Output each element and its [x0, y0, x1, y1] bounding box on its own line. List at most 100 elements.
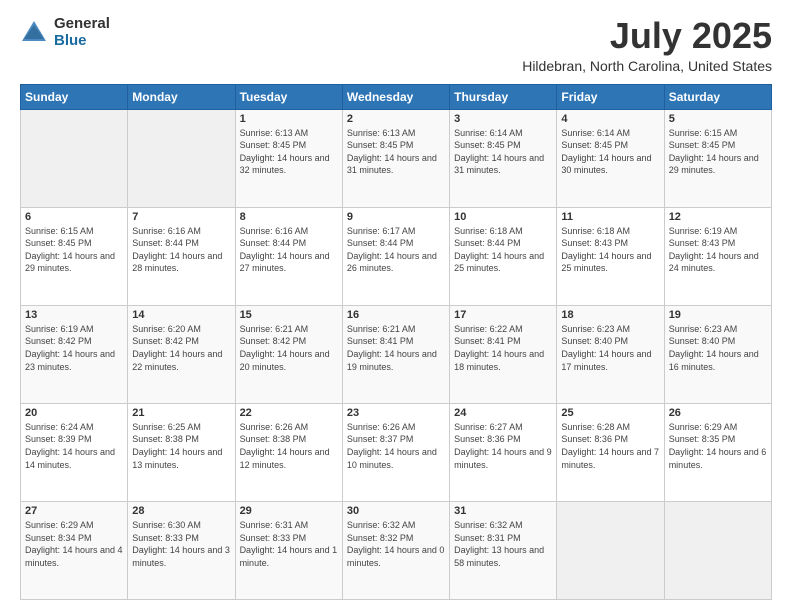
header-saturday: Saturday	[664, 84, 771, 109]
day-info: Sunrise: 6:23 AMSunset: 8:40 PMDaylight:…	[561, 324, 651, 372]
day-number: 5	[669, 113, 767, 125]
table-row: 14 Sunrise: 6:20 AMSunset: 8:42 PMDaylig…	[128, 305, 235, 403]
day-number: 26	[669, 407, 767, 419]
table-row: 16 Sunrise: 6:21 AMSunset: 8:41 PMDaylig…	[342, 305, 449, 403]
day-info: Sunrise: 6:30 AMSunset: 8:33 PMDaylight:…	[132, 520, 230, 568]
day-number: 28	[132, 505, 230, 517]
day-number: 29	[240, 505, 338, 517]
day-info: Sunrise: 6:16 AMSunset: 8:44 PMDaylight:…	[132, 226, 222, 274]
header-friday: Friday	[557, 84, 664, 109]
day-info: Sunrise: 6:20 AMSunset: 8:42 PMDaylight:…	[132, 324, 222, 372]
table-row: 15 Sunrise: 6:21 AMSunset: 8:42 PMDaylig…	[235, 305, 342, 403]
table-row: 27 Sunrise: 6:29 AMSunset: 8:34 PMDaylig…	[21, 501, 128, 599]
day-number: 17	[454, 309, 552, 321]
day-number: 19	[669, 309, 767, 321]
day-info: Sunrise: 6:17 AMSunset: 8:44 PMDaylight:…	[347, 226, 437, 274]
day-info: Sunrise: 6:14 AMSunset: 8:45 PMDaylight:…	[561, 128, 651, 176]
day-number: 4	[561, 113, 659, 125]
day-number: 13	[25, 309, 123, 321]
logo-icon	[20, 19, 48, 47]
day-number: 16	[347, 309, 445, 321]
day-info: Sunrise: 6:19 AMSunset: 8:42 PMDaylight:…	[25, 324, 115, 372]
table-row: 4 Sunrise: 6:14 AMSunset: 8:45 PMDayligh…	[557, 109, 664, 207]
table-row: 13 Sunrise: 6:19 AMSunset: 8:42 PMDaylig…	[21, 305, 128, 403]
day-info: Sunrise: 6:25 AMSunset: 8:38 PMDaylight:…	[132, 422, 222, 470]
day-number: 14	[132, 309, 230, 321]
header-monday: Monday	[128, 84, 235, 109]
table-row: 11 Sunrise: 6:18 AMSunset: 8:43 PMDaylig…	[557, 207, 664, 305]
day-info: Sunrise: 6:32 AMSunset: 8:32 PMDaylight:…	[347, 520, 445, 568]
day-info: Sunrise: 6:29 AMSunset: 8:34 PMDaylight:…	[25, 520, 123, 568]
day-info: Sunrise: 6:28 AMSunset: 8:36 PMDaylight:…	[561, 422, 659, 470]
day-number: 2	[347, 113, 445, 125]
table-row: 9 Sunrise: 6:17 AMSunset: 8:44 PMDayligh…	[342, 207, 449, 305]
logo-blue-text: Blue	[54, 33, 110, 50]
table-row	[664, 501, 771, 599]
table-row: 1 Sunrise: 6:13 AMSunset: 8:45 PMDayligh…	[235, 109, 342, 207]
table-row: 28 Sunrise: 6:30 AMSunset: 8:33 PMDaylig…	[128, 501, 235, 599]
day-number: 22	[240, 407, 338, 419]
logo-text: General Blue	[54, 16, 110, 49]
day-number: 9	[347, 211, 445, 223]
day-number: 11	[561, 211, 659, 223]
day-info: Sunrise: 6:18 AMSunset: 8:44 PMDaylight:…	[454, 226, 544, 274]
table-row	[21, 109, 128, 207]
day-number: 20	[25, 407, 123, 419]
day-info: Sunrise: 6:31 AMSunset: 8:33 PMDaylight:…	[240, 520, 338, 568]
header-tuesday: Tuesday	[235, 84, 342, 109]
header: General Blue July 2025 Hildebran, North …	[20, 16, 772, 74]
day-number: 15	[240, 309, 338, 321]
table-row	[557, 501, 664, 599]
calendar-week-row: 13 Sunrise: 6:19 AMSunset: 8:42 PMDaylig…	[21, 305, 772, 403]
title-block: July 2025 Hildebran, North Carolina, Uni…	[522, 16, 772, 74]
month-title: July 2025	[522, 16, 772, 56]
table-row: 22 Sunrise: 6:26 AMSunset: 8:38 PMDaylig…	[235, 403, 342, 501]
page: General Blue July 2025 Hildebran, North …	[0, 0, 792, 612]
table-row: 2 Sunrise: 6:13 AMSunset: 8:45 PMDayligh…	[342, 109, 449, 207]
day-info: Sunrise: 6:18 AMSunset: 8:43 PMDaylight:…	[561, 226, 651, 274]
day-number: 3	[454, 113, 552, 125]
day-info: Sunrise: 6:21 AMSunset: 8:42 PMDaylight:…	[240, 324, 330, 372]
calendar-header-row: Sunday Monday Tuesday Wednesday Thursday…	[21, 84, 772, 109]
day-number: 30	[347, 505, 445, 517]
day-number: 23	[347, 407, 445, 419]
day-info: Sunrise: 6:26 AMSunset: 8:37 PMDaylight:…	[347, 422, 437, 470]
table-row: 3 Sunrise: 6:14 AMSunset: 8:45 PMDayligh…	[450, 109, 557, 207]
calendar-week-row: 1 Sunrise: 6:13 AMSunset: 8:45 PMDayligh…	[21, 109, 772, 207]
day-number: 10	[454, 211, 552, 223]
header-sunday: Sunday	[21, 84, 128, 109]
day-info: Sunrise: 6:13 AMSunset: 8:45 PMDaylight:…	[347, 128, 437, 176]
table-row: 25 Sunrise: 6:28 AMSunset: 8:36 PMDaylig…	[557, 403, 664, 501]
table-row: 21 Sunrise: 6:25 AMSunset: 8:38 PMDaylig…	[128, 403, 235, 501]
calendar-week-row: 6 Sunrise: 6:15 AMSunset: 8:45 PMDayligh…	[21, 207, 772, 305]
day-number: 7	[132, 211, 230, 223]
calendar-week-row: 20 Sunrise: 6:24 AMSunset: 8:39 PMDaylig…	[21, 403, 772, 501]
day-info: Sunrise: 6:32 AMSunset: 8:31 PMDaylight:…	[454, 520, 544, 568]
table-row: 8 Sunrise: 6:16 AMSunset: 8:44 PMDayligh…	[235, 207, 342, 305]
day-info: Sunrise: 6:26 AMSunset: 8:38 PMDaylight:…	[240, 422, 330, 470]
calendar-week-row: 27 Sunrise: 6:29 AMSunset: 8:34 PMDaylig…	[21, 501, 772, 599]
table-row: 7 Sunrise: 6:16 AMSunset: 8:44 PMDayligh…	[128, 207, 235, 305]
day-info: Sunrise: 6:24 AMSunset: 8:39 PMDaylight:…	[25, 422, 115, 470]
logo-general-text: General	[54, 16, 110, 33]
day-info: Sunrise: 6:19 AMSunset: 8:43 PMDaylight:…	[669, 226, 759, 274]
table-row	[128, 109, 235, 207]
day-info: Sunrise: 6:21 AMSunset: 8:41 PMDaylight:…	[347, 324, 437, 372]
day-number: 12	[669, 211, 767, 223]
day-number: 21	[132, 407, 230, 419]
location-title: Hildebran, North Carolina, United States	[522, 58, 772, 74]
day-number: 6	[25, 211, 123, 223]
table-row: 12 Sunrise: 6:19 AMSunset: 8:43 PMDaylig…	[664, 207, 771, 305]
logo: General Blue	[20, 16, 110, 49]
table-row: 23 Sunrise: 6:26 AMSunset: 8:37 PMDaylig…	[342, 403, 449, 501]
table-row: 17 Sunrise: 6:22 AMSunset: 8:41 PMDaylig…	[450, 305, 557, 403]
table-row: 26 Sunrise: 6:29 AMSunset: 8:35 PMDaylig…	[664, 403, 771, 501]
table-row: 5 Sunrise: 6:15 AMSunset: 8:45 PMDayligh…	[664, 109, 771, 207]
day-number: 24	[454, 407, 552, 419]
table-row: 29 Sunrise: 6:31 AMSunset: 8:33 PMDaylig…	[235, 501, 342, 599]
day-number: 27	[25, 505, 123, 517]
day-number: 18	[561, 309, 659, 321]
day-info: Sunrise: 6:15 AMSunset: 8:45 PMDaylight:…	[669, 128, 759, 176]
day-info: Sunrise: 6:15 AMSunset: 8:45 PMDaylight:…	[25, 226, 115, 274]
header-thursday: Thursday	[450, 84, 557, 109]
